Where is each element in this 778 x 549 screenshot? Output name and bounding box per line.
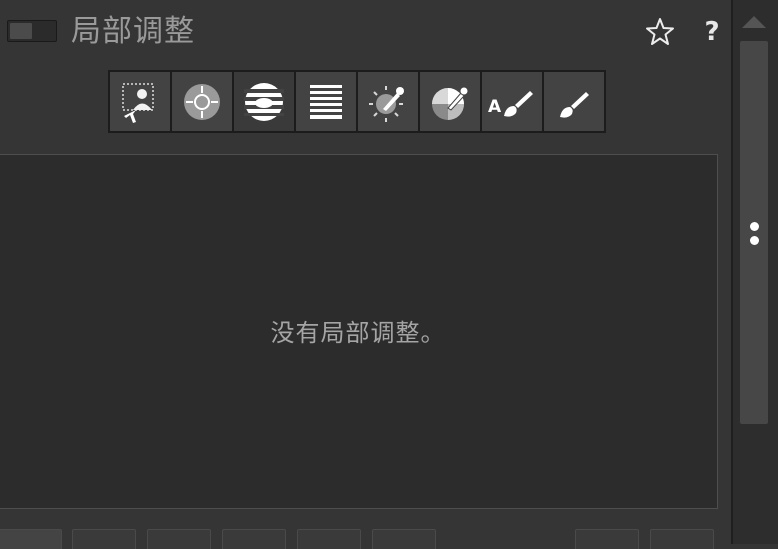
color-eyedropper-icon [432, 86, 469, 120]
empty-state-message: 没有局部调整。 [270, 319, 446, 347]
bottom-button-6[interactable] [372, 529, 436, 549]
auto-brush-icon: A [488, 90, 533, 117]
toggle-knob [10, 23, 32, 39]
local-adjustments-panel: 局部调整 ? A 没有局部调整。 [0, 0, 732, 549]
luminance-picker-tool-button[interactable] [358, 72, 418, 131]
brush-icon [560, 91, 589, 118]
bottom-button-8[interactable] [650, 529, 714, 549]
svg-text:A: A [488, 97, 502, 117]
favorite-star-icon[interactable] [644, 16, 676, 48]
bottom-button-4[interactable] [222, 529, 286, 549]
adjustments-list-area: 没有局部调整。 [0, 154, 718, 509]
linear-gradient-tool-button[interactable] [296, 72, 356, 131]
crosshair-circle-icon [184, 83, 220, 120]
radial-gradient-icon [244, 82, 284, 121]
linear-gradient-icon [310, 84, 342, 119]
panel-enable-toggle[interactable] [7, 20, 57, 42]
brush-tool-button[interactable] [544, 72, 604, 131]
scrollbar-thumb[interactable] [740, 41, 768, 424]
help-button[interactable]: ? [696, 16, 728, 48]
radial-gradient-tool-button[interactable] [234, 72, 294, 131]
grip-dot-icon [750, 222, 759, 231]
bottom-button-2[interactable] [72, 529, 136, 549]
bottom-button-row [0, 529, 732, 549]
auto-brush-tool-button[interactable]: A [482, 72, 542, 131]
adjustment-toolbar: A [108, 70, 606, 133]
person-select-icon [122, 82, 154, 123]
luminance-eyedropper-icon [369, 85, 404, 122]
color-picker-tool-button[interactable] [420, 72, 480, 131]
bottom-button-5[interactable] [297, 529, 361, 549]
panel-title: 局部调整 [71, 14, 195, 49]
radial-point-tool-button[interactable] [172, 72, 232, 131]
bottom-button-3[interactable] [147, 529, 211, 549]
grip-dot-icon [750, 236, 759, 245]
scroll-up-arrow-icon[interactable] [742, 16, 766, 28]
bottom-button-7[interactable] [575, 529, 639, 549]
bottom-button-1[interactable] [0, 529, 62, 549]
subject-select-tool-button[interactable] [110, 72, 170, 131]
